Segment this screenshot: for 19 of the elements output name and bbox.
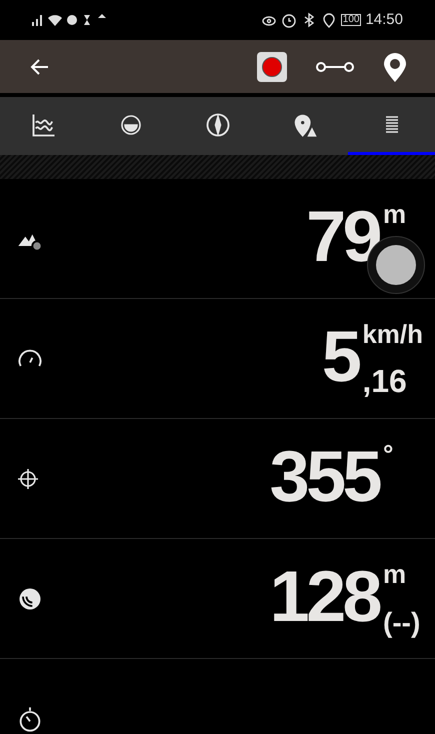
level-icon [118,112,142,136]
unit-label: m [383,200,408,226]
reading-value: 355 [270,440,379,512]
record-button[interactable] [257,52,287,82]
unit-label: ° [383,440,394,466]
decimal-value: ,16 [362,364,408,396]
route-button[interactable] [315,60,355,74]
pin-button[interactable] [383,50,407,82]
status-text: (--) [383,608,422,636]
compass-icon [204,110,232,138]
unit-label: km/h [362,320,423,346]
alarm-icon [280,12,297,28]
unit-label: m [383,560,408,586]
clock-time: 14:50 [365,10,403,30]
reading-value: 128 [270,560,379,632]
location-icon [320,12,337,28]
crosshair-icon [16,466,40,490]
battery-level: 100 [340,14,362,26]
reading-value: 5 [322,320,358,392]
